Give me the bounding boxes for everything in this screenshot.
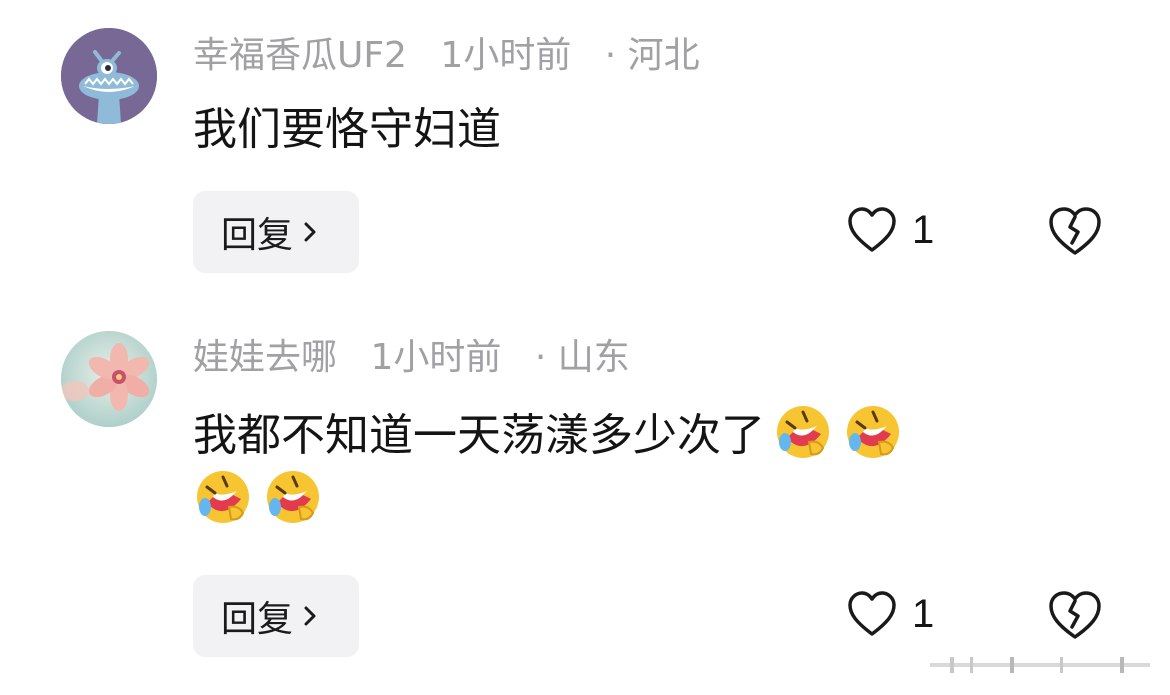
rofl-emoji-icon xyxy=(847,406,899,458)
chevron-right-icon xyxy=(304,606,316,626)
reply-label: 回复 xyxy=(221,599,294,640)
reply-button[interactable]: 回复 xyxy=(193,575,359,657)
comment-text: 我都不知道一天荡漾多少次了 xyxy=(193,402,1093,532)
comment-meta: 娃娃去哪 1小时前 · 山东 xyxy=(193,336,652,380)
broken-heart-icon xyxy=(1049,591,1101,639)
timestamp: 1小时前 xyxy=(440,35,572,76)
chevron-right-icon xyxy=(304,222,316,242)
username[interactable]: 幸福香瓜UF2 xyxy=(193,35,407,76)
heart-icon xyxy=(848,591,896,636)
comment-meta: 幸福香瓜UF2 1小时前 · 河北 xyxy=(193,34,722,78)
location: · 山东 xyxy=(534,337,630,378)
pink-flower-avatar-icon xyxy=(61,331,157,427)
comment-text-content: 我都不知道一天荡漾多少次了 xyxy=(193,410,765,461)
location: · 河北 xyxy=(604,35,700,76)
like-button[interactable]: 1 xyxy=(846,206,934,254)
watermark-bar xyxy=(930,657,1150,673)
broken-heart-icon xyxy=(1049,207,1101,255)
timestamp: 1小时前 xyxy=(370,337,502,378)
reply-label: 回复 xyxy=(221,215,294,256)
rofl-emoji-icon xyxy=(777,406,829,458)
comment-text-content: 我们要恪守妇道 xyxy=(193,104,501,155)
comment-text: 我们要恪守妇道 xyxy=(193,99,1093,161)
like-count: 1 xyxy=(912,591,935,636)
avatar[interactable] xyxy=(61,28,157,124)
rofl-emoji-icon xyxy=(267,471,319,523)
like-button[interactable]: 1 xyxy=(846,590,934,638)
avatar[interactable] xyxy=(61,331,157,427)
username[interactable]: 娃娃去哪 xyxy=(193,337,337,378)
like-count: 1 xyxy=(912,207,935,252)
reply-button[interactable]: 回复 xyxy=(193,191,359,273)
cartoon-monster-avatar-icon xyxy=(61,28,157,124)
dislike-button[interactable] xyxy=(1047,206,1103,258)
heart-icon xyxy=(848,207,896,252)
dislike-button[interactable] xyxy=(1047,590,1103,642)
rofl-emoji-icon xyxy=(197,471,249,523)
